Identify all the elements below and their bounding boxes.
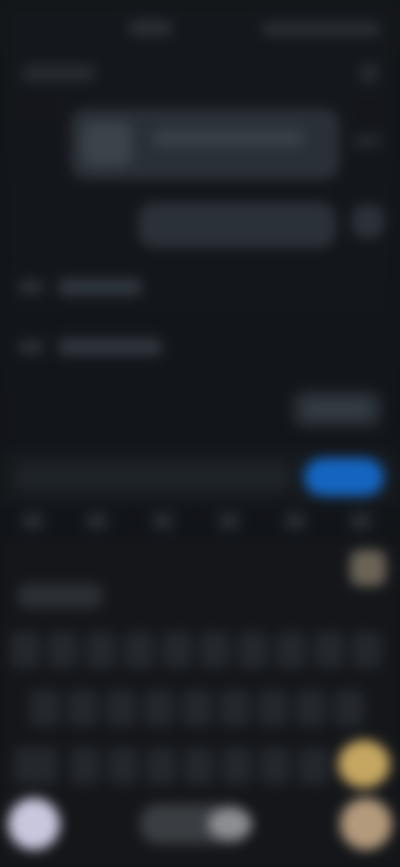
status-bar (0, 14, 400, 44)
key[interactable] (48, 632, 78, 668)
key[interactable] (124, 632, 154, 668)
composer-bar (0, 450, 400, 504)
keyboard-row (10, 632, 390, 668)
key[interactable] (298, 748, 328, 784)
keyboard-row (10, 748, 390, 784)
keyboard-label (18, 584, 102, 608)
key[interactable] (106, 690, 136, 726)
key[interactable] (220, 690, 250, 726)
key[interactable] (238, 632, 268, 668)
key[interactable] (30, 690, 60, 726)
keyboard-settings-icon[interactable] (350, 550, 386, 586)
message-bubble[interactable] (138, 202, 336, 248)
key[interactable] (162, 632, 192, 668)
message-meta (352, 134, 382, 148)
key[interactable] (334, 690, 364, 726)
suggestion-item[interactable] (152, 512, 174, 530)
reply-chip[interactable] (292, 390, 382, 428)
suggestion-item[interactable] (350, 512, 372, 530)
shift-key[interactable] (14, 748, 58, 784)
key[interactable] (108, 748, 138, 784)
suggestion-row (0, 500, 400, 540)
option-label (58, 278, 142, 296)
key[interactable] (276, 632, 306, 668)
keyboard-bottom-row (0, 790, 400, 867)
key[interactable] (314, 632, 344, 668)
key[interactable] (222, 748, 252, 784)
option-label (58, 338, 162, 356)
message-action-icon[interactable] (352, 204, 384, 238)
key[interactable] (296, 690, 326, 726)
key[interactable] (184, 748, 214, 784)
key[interactable] (70, 748, 100, 784)
more-icon[interactable] (358, 62, 380, 84)
option-icon (18, 280, 44, 294)
key[interactable] (182, 690, 212, 726)
enter-key[interactable] (340, 798, 392, 850)
status-system-icons (262, 22, 380, 36)
suggestion-item[interactable] (86, 512, 108, 530)
suggestion-item[interactable] (218, 512, 240, 530)
backspace-key[interactable] (338, 740, 390, 788)
suggestion-item[interactable] (284, 512, 306, 530)
status-time (128, 20, 172, 36)
message-input[interactable] (14, 462, 290, 492)
reply-chip-label (304, 401, 370, 417)
key[interactable] (352, 632, 382, 668)
key[interactable] (260, 748, 290, 784)
key[interactable] (144, 690, 174, 726)
back-button[interactable] (22, 64, 96, 82)
keyboard-row (10, 690, 390, 726)
mic-icon[interactable] (8, 798, 60, 850)
message-bubble[interactable] (70, 108, 340, 180)
message-text (154, 130, 304, 146)
key[interactable] (10, 632, 40, 668)
key[interactable] (146, 748, 176, 784)
key[interactable] (258, 690, 288, 726)
option-icon (18, 340, 44, 354)
send-button[interactable] (304, 458, 384, 496)
key[interactable] (86, 632, 116, 668)
key[interactable] (200, 632, 230, 668)
key[interactable] (68, 690, 98, 726)
suggestion-item[interactable] (22, 512, 44, 530)
space-key-highlight (208, 808, 252, 840)
message-thumbnail (82, 122, 132, 166)
keyboard (0, 540, 400, 867)
chat-header (0, 56, 400, 90)
app-screen (0, 0, 400, 867)
